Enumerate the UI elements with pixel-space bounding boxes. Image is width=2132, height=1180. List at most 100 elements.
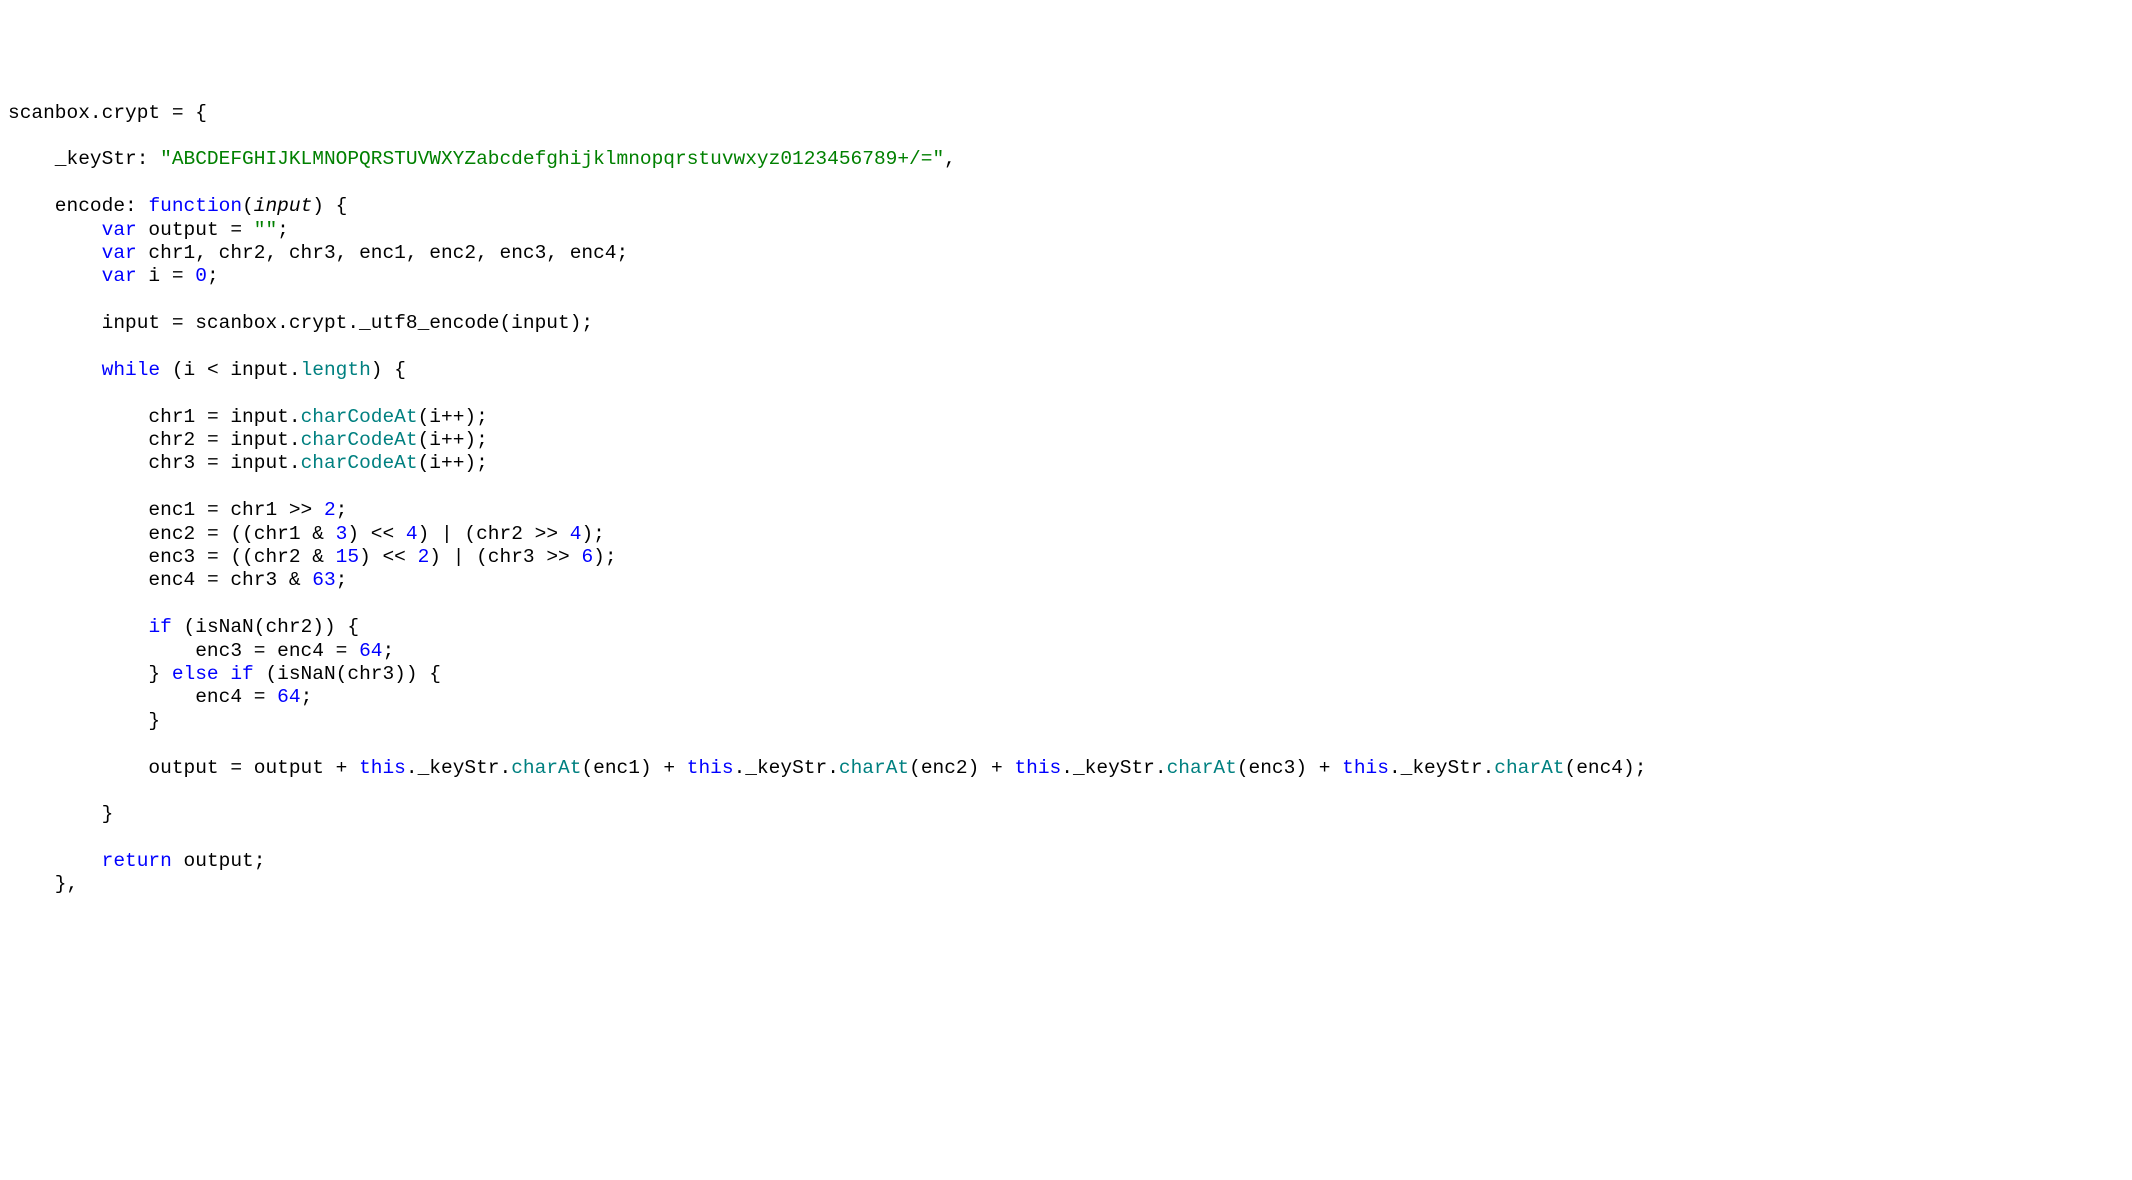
code-token-property: charCodeAt — [301, 452, 418, 474]
code-token-keyword: this — [1342, 757, 1389, 779]
code-token-keyword: this — [687, 757, 734, 779]
code-line: enc4 = chr3 & 63; — [8, 569, 2124, 592]
code-line: var i = 0; — [8, 265, 2124, 288]
code-token-default: (enc3) — [1237, 757, 1319, 779]
code-token-keyword: if — [148, 616, 171, 638]
code-token-default — [570, 546, 582, 568]
code-token-default — [8, 242, 102, 264]
code-token-default — [406, 546, 418, 568]
code-token-default — [8, 850, 102, 872]
code-token-number: 2 — [324, 499, 336, 521]
code-line — [8, 476, 2124, 499]
code-token-operator: >> — [289, 499, 312, 521]
code-token-default: ._keyStr. — [1389, 757, 1494, 779]
code-token-operator: = — [207, 452, 219, 474]
code-token-default: enc4 — [8, 686, 254, 708]
code-token-default: ._keyStr. — [406, 757, 511, 779]
code-token-default — [394, 523, 406, 545]
code-token-keyword: else — [172, 663, 219, 685]
code-token-operator: << — [382, 546, 405, 568]
code-token-keyword: while — [102, 359, 161, 381]
code-token-operator: + — [336, 757, 348, 779]
code-token-operator: = — [172, 312, 184, 334]
code-token-default — [347, 640, 359, 662]
code-token-number: 64 — [359, 640, 382, 662]
code-token-default: output — [8, 757, 230, 779]
code-token-operator: < — [207, 359, 219, 381]
code-token-default: ( — [242, 195, 254, 217]
code-token-default: enc2 — [8, 523, 207, 545]
code-token-operator: = — [336, 640, 348, 662]
code-token-operator: = — [207, 523, 219, 545]
code-token-string: "" — [254, 219, 277, 241]
code-token-operator: = — [172, 102, 184, 124]
code-token-default: encode: — [8, 195, 148, 217]
code-token-default: enc3 — [8, 640, 254, 662]
code-line — [8, 780, 2124, 803]
code-token-default: (enc4); — [1565, 757, 1647, 779]
code-token-default: (chr3 — [464, 546, 546, 568]
code-token-default: input — [8, 312, 172, 334]
code-token-default: ; — [336, 569, 348, 591]
code-line: chr1 = input.charCodeAt(i++); — [8, 406, 2124, 429]
code-token-default: ((chr2 — [219, 546, 313, 568]
code-line: } — [8, 803, 2124, 826]
code-token-param: input — [254, 195, 313, 217]
code-line: encode: function(input) { — [8, 195, 2124, 218]
code-line: chr3 = input.charCodeAt(i++); — [8, 452, 2124, 475]
code-token-property: length — [301, 359, 371, 381]
code-token-operator: = — [207, 546, 219, 568]
code-token-default: input. — [219, 429, 301, 451]
code-token-default: ) { — [371, 359, 406, 381]
code-token-default: output; — [172, 850, 266, 872]
code-token-keyword: var — [102, 219, 137, 241]
code-token-property: charAt — [839, 757, 909, 779]
code-token-default: (i — [160, 359, 207, 381]
code-token-default — [301, 569, 313, 591]
code-token-default: input. — [219, 359, 301, 381]
code-line: enc2 = ((chr1 & 3) << 4) | (chr2 >> 4); — [8, 523, 2124, 546]
code-token-default: (isNaN(chr3)) { — [254, 663, 441, 685]
code-token-default: ; — [277, 219, 289, 241]
code-token-operator: << — [371, 523, 394, 545]
code-line: enc3 = ((chr2 & 15) << 2) | (chr3 >> 6); — [8, 546, 2124, 569]
code-token-operator: ++ — [441, 452, 464, 474]
code-token-default — [8, 219, 102, 241]
code-token-number: 15 — [336, 546, 359, 568]
code-token-default: (chr2 — [453, 523, 535, 545]
code-token-number: 3 — [336, 523, 348, 545]
code-line: } else if (isNaN(chr3)) { — [8, 663, 2124, 686]
code-token-default: input. — [219, 452, 301, 474]
code-token-default: (isNaN(chr2)) { — [172, 616, 359, 638]
code-line — [8, 289, 2124, 312]
code-line: enc3 = enc4 = 64; — [8, 640, 2124, 663]
code-token-default — [265, 686, 277, 708]
code-token-default: _keyStr: — [8, 148, 160, 170]
code-line: input = scanbox.crypt._utf8_encode(input… — [8, 312, 2124, 335]
code-token-default: output — [242, 757, 336, 779]
code-token-operator: = — [230, 219, 242, 241]
code-token-operator: & — [289, 569, 301, 591]
code-token-default: ._keyStr. — [1061, 757, 1166, 779]
code-token-default: }, — [8, 873, 78, 895]
code-token-default — [347, 757, 359, 779]
code-line: scanbox.crypt = { — [8, 102, 2124, 125]
code-token-default: chr2 — [8, 429, 207, 451]
code-token-operator: = — [207, 569, 219, 591]
code-token-keyword: this — [359, 757, 406, 779]
code-token-operator: | — [441, 523, 453, 545]
code-token-default: chr1 — [219, 499, 289, 521]
code-token-property: charCodeAt — [301, 406, 418, 428]
code-line: output = output + this._keyStr.charAt(en… — [8, 757, 2124, 780]
code-token-default: input. — [219, 406, 301, 428]
code-token-default: ); — [593, 546, 616, 568]
code-block: scanbox.crypt = { _keyStr: "ABCDEFGHIJKL… — [8, 102, 2124, 897]
code-token-string: "ABCDEFGHIJKLMNOPQRSTUVWXYZabcdefghijklm… — [160, 148, 944, 170]
code-token-operator: ++ — [441, 429, 464, 451]
code-token-default: chr3 — [8, 452, 207, 474]
code-token-default: } — [8, 710, 160, 732]
code-token-default: } — [8, 663, 172, 685]
code-token-default — [324, 546, 336, 568]
code-token-operator: + — [1319, 757, 1331, 779]
code-token-property: charAt — [1167, 757, 1237, 779]
